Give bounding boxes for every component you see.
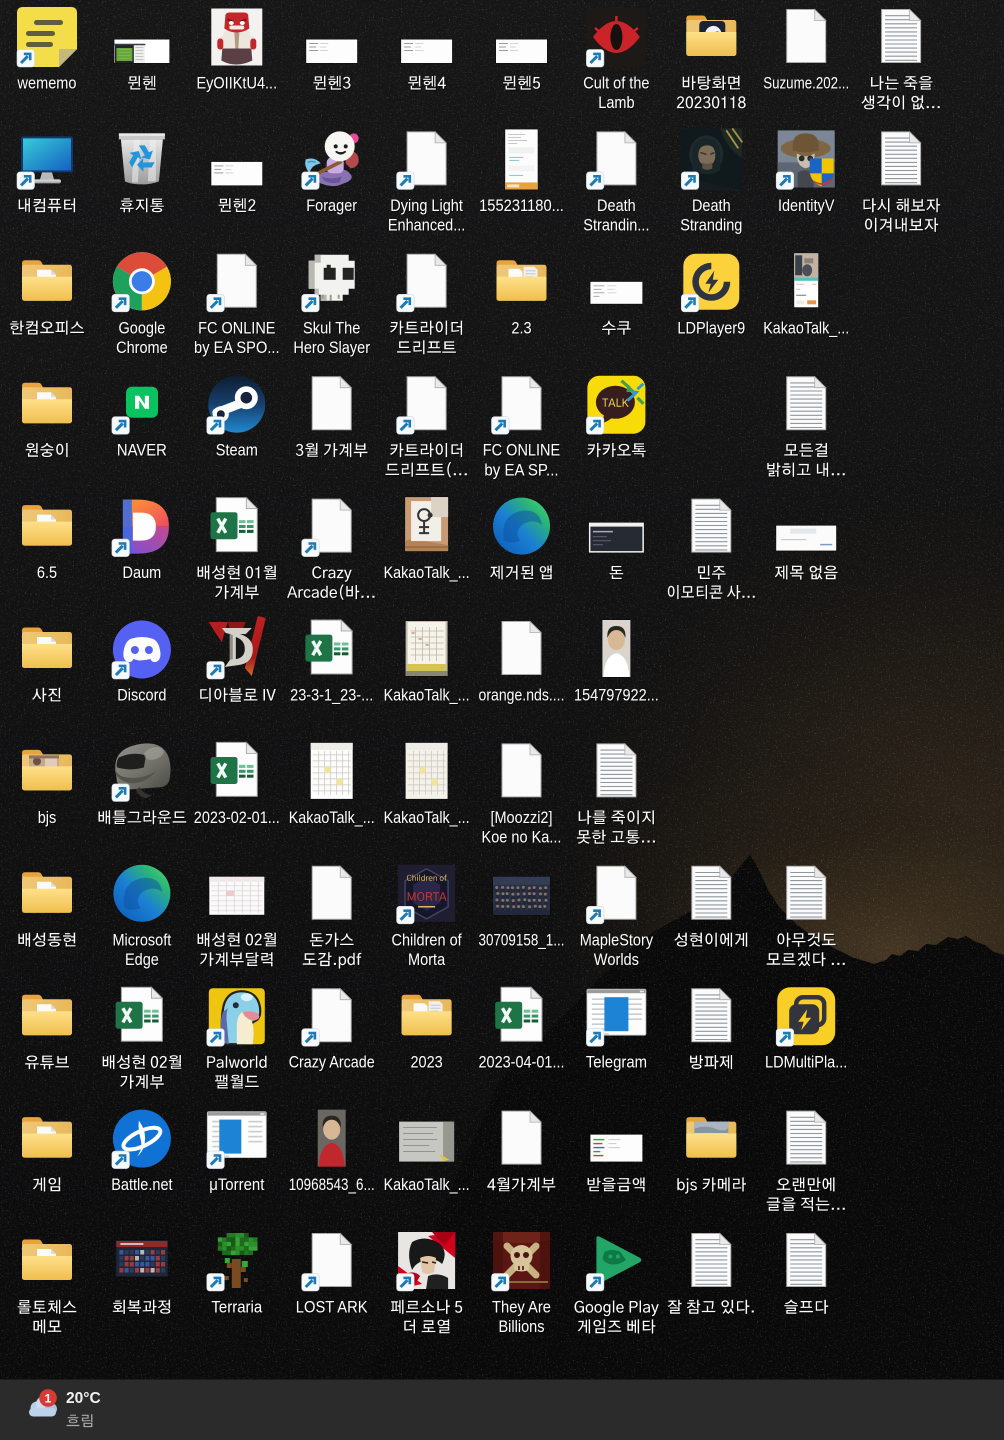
- svg-text:KakaoTalk_...: KakaoTalk_...: [384, 809, 470, 827]
- svg-text:Telegram: Telegram: [586, 1054, 647, 1072]
- svg-text:10968543_6...: 10968543_6...: [289, 1176, 375, 1194]
- svg-text:KakaoTalk_...: KakaoTalk_...: [289, 809, 375, 827]
- svg-text:FC ONLINE: FC ONLINE: [198, 319, 275, 337]
- svg-text:Google: Google: [119, 319, 166, 337]
- svg-text:2023-04-01...: 2023-04-01...: [479, 1054, 565, 1072]
- svg-text:Death: Death: [692, 197, 731, 215]
- svg-text:Steam: Steam: [216, 442, 258, 460]
- svg-text:Strandin...: Strandin...: [583, 217, 649, 235]
- svg-text:155231180...: 155231180...: [479, 197, 564, 215]
- svg-text:Battle.net: Battle.net: [111, 1176, 173, 1194]
- svg-text:LDPlayer9: LDPlayer9: [677, 319, 745, 337]
- svg-text:LOST ARK: LOST ARK: [296, 1299, 368, 1317]
- svg-text:EyOIIKtU4...: EyOIIKtU4...: [196, 75, 277, 93]
- svg-text:30709158_1...: 30709158_1...: [479, 931, 565, 949]
- svg-text:23-3-1_23-...: 23-3-1_23-...: [290, 687, 373, 705]
- svg-text:Enhanced...: Enhanced...: [388, 217, 466, 235]
- svg-text:1: 1: [45, 1392, 52, 1406]
- svg-text:Dying Light: Dying Light: [390, 197, 463, 215]
- svg-text:Morta: Morta: [408, 951, 446, 969]
- svg-text:20°C: 20°C: [66, 1390, 101, 1407]
- svg-text:[Moozzi2]: [Moozzi2]: [490, 809, 552, 827]
- svg-text:MapleStory: MapleStory: [580, 931, 654, 949]
- svg-text:Edge: Edge: [125, 951, 159, 969]
- svg-text:2023-02-01...: 2023-02-01...: [194, 809, 280, 827]
- svg-text:Discord: Discord: [117, 687, 166, 705]
- svg-text:NAVER: NAVER: [117, 442, 167, 460]
- svg-text:6.5: 6.5: [37, 564, 57, 582]
- svg-text:by EA SPO...: by EA SPO...: [194, 339, 280, 357]
- svg-text:Microsoft: Microsoft: [112, 931, 171, 949]
- svg-text:Children of: Children of: [392, 931, 463, 949]
- svg-text:Cult of the: Cult of the: [583, 75, 649, 93]
- svg-text:Suzume.202...: Suzume.202...: [763, 75, 849, 93]
- svg-text:KakaoTalk_...: KakaoTalk_...: [384, 564, 470, 582]
- svg-text:Forager: Forager: [306, 197, 357, 215]
- svg-text:Stranding: Stranding: [680, 217, 742, 235]
- svg-text:by EA SP...: by EA SP...: [484, 461, 558, 479]
- svg-text:wememo: wememo: [17, 75, 77, 93]
- svg-text:FC ONLINE: FC ONLINE: [483, 442, 560, 460]
- svg-text:Daum: Daum: [123, 564, 162, 582]
- svg-text:Billions: Billions: [499, 1318, 545, 1336]
- svg-text:KakaoTalk_...: KakaoTalk_...: [763, 319, 849, 337]
- svg-text:2.3: 2.3: [511, 319, 531, 337]
- svg-text:Chrome: Chrome: [116, 339, 168, 357]
- svg-text:Worlds: Worlds: [594, 951, 639, 969]
- svg-text:Hero Slayer: Hero Slayer: [293, 339, 370, 357]
- svg-text:LDMultiPla...: LDMultiPla...: [765, 1054, 847, 1072]
- svg-text:Death: Death: [597, 197, 636, 215]
- svg-text:Skul The: Skul The: [303, 319, 360, 337]
- svg-text:Koe no Ka...: Koe no Ka...: [482, 829, 562, 847]
- svg-text:KakaoTalk_...: KakaoTalk_...: [384, 687, 470, 705]
- svg-text:IdentityV: IdentityV: [778, 197, 835, 215]
- svg-text:KakaoTalk_...: KakaoTalk_...: [384, 1176, 470, 1194]
- svg-text:Lamb: Lamb: [598, 94, 634, 112]
- svg-text:orange.nds....: orange.nds....: [479, 687, 565, 705]
- svg-text:154797922...: 154797922...: [574, 687, 659, 705]
- svg-text:2023: 2023: [410, 1054, 442, 1072]
- svg-text:They Are: They Are: [492, 1299, 551, 1317]
- svg-text:Crazy Arcade: Crazy Arcade: [289, 1054, 375, 1072]
- svg-text:bjs: bjs: [38, 809, 57, 827]
- svg-text:Terraria: Terraria: [211, 1299, 263, 1317]
- svg-text:μTorrent: μTorrent: [209, 1176, 265, 1194]
